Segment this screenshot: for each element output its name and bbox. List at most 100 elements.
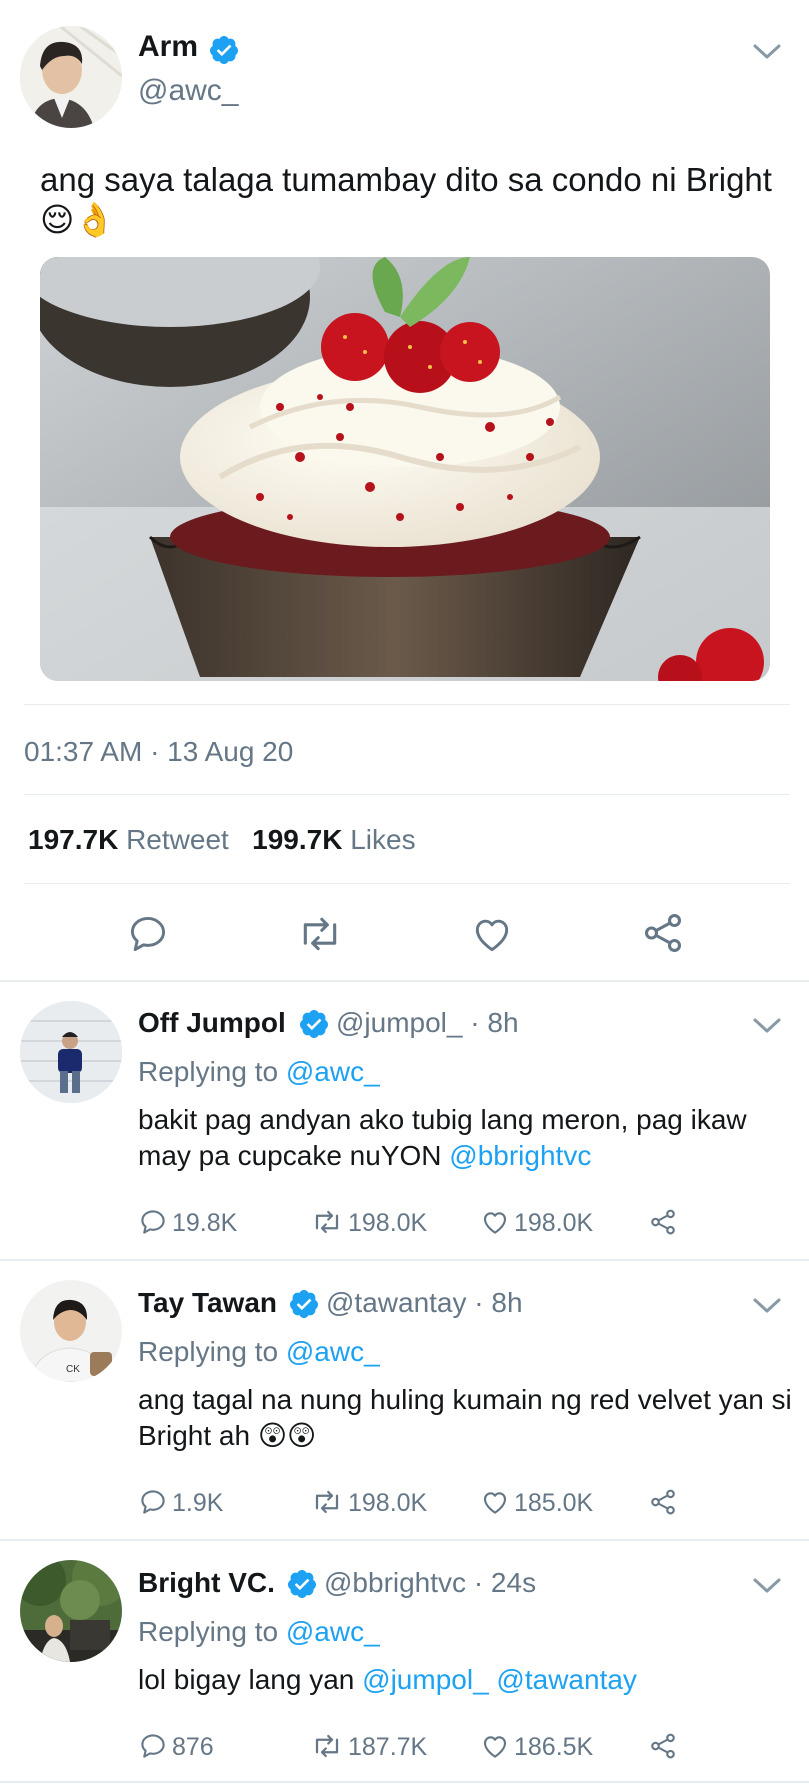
replying-to: Replying to @awc_ bbox=[138, 1616, 380, 1648]
chevron-down-icon[interactable] bbox=[752, 1016, 782, 1036]
reply-actions: 1.9K 198.0K 185.0K bbox=[0, 1487, 809, 1521]
divider bbox=[24, 883, 790, 884]
replying-label: Replying to bbox=[138, 1336, 279, 1367]
verified-badge-icon bbox=[289, 1290, 318, 1318]
verified-badge-icon bbox=[209, 36, 238, 64]
replying-label: Replying to bbox=[138, 1616, 279, 1647]
verified-badge-icon bbox=[299, 1010, 328, 1038]
like-count[interactable]: 185.0K bbox=[480, 1487, 593, 1518]
chevron-down-icon[interactable] bbox=[752, 1296, 782, 1316]
replying-to-handle[interactable]: @awc_ bbox=[286, 1616, 380, 1647]
reply-text: ang tagal na nung huling kumain ng red v… bbox=[138, 1382, 798, 1454]
tweet-text: ang saya talaga tumambay dito sa condo n… bbox=[40, 161, 772, 238]
divider bbox=[0, 980, 809, 982]
reply-handle[interactable]: @bbrightvc bbox=[324, 1567, 466, 1598]
reply-handle[interactable]: @jumpol_ bbox=[336, 1007, 462, 1038]
divider bbox=[24, 704, 790, 705]
avatar-arm[interactable] bbox=[20, 26, 122, 128]
divider bbox=[0, 1539, 809, 1541]
reply-text: bakit pag andyan ako tubig lang meron, p… bbox=[138, 1102, 798, 1174]
reply-count-value: 876 bbox=[172, 1733, 214, 1761]
share-button[interactable] bbox=[648, 1487, 682, 1518]
reply-text-body: lol bigay lang yan bbox=[138, 1664, 355, 1695]
like-count-value: 198.0K bbox=[514, 1209, 594, 1237]
reply-time: · 8h bbox=[474, 1287, 523, 1318]
retweet-count[interactable]: 198.0K bbox=[310, 1207, 427, 1238]
reply-handle[interactable]: @tawantay bbox=[326, 1287, 467, 1318]
replying-to: Replying to @awc_ bbox=[138, 1056, 380, 1088]
mention-link[interactable]: @bbrightvc bbox=[449, 1140, 591, 1171]
reply-count-value: 1.9K bbox=[172, 1489, 224, 1517]
reply-actions: 876 187.7K 186.5K bbox=[0, 1731, 809, 1765]
reply-actions: 19.8K 198.0K 198.0K bbox=[0, 1207, 809, 1241]
like-count-value: 185.0K bbox=[514, 1489, 594, 1517]
retweet-count-value: 198.0K bbox=[348, 1489, 428, 1517]
reply-icon bbox=[141, 1734, 165, 1758]
retweet-count[interactable]: 187.7K bbox=[310, 1731, 427, 1762]
chevron-down-icon[interactable] bbox=[752, 1576, 782, 1596]
reply-author-name[interactable]: Off Jumpol bbox=[138, 1007, 286, 1039]
reply-text-body: ang tagal na nung huling kumain ng red v… bbox=[138, 1384, 792, 1451]
avatar-off-jumpol[interactable] bbox=[20, 1001, 122, 1103]
mention-link[interactable]: @tawantay bbox=[496, 1664, 637, 1695]
share-button[interactable] bbox=[648, 1731, 682, 1762]
retweet-icon[interactable] bbox=[296, 912, 344, 956]
heart-icon bbox=[483, 1212, 507, 1234]
avatar-bright-vc[interactable] bbox=[20, 1560, 122, 1662]
divider bbox=[0, 1781, 809, 1783]
heart-icon bbox=[483, 1492, 507, 1514]
share-icon bbox=[651, 1209, 675, 1235]
replying-to-handle[interactable]: @awc_ bbox=[286, 1056, 380, 1087]
tweet-timestamp: 01:37 AM · 13 Aug 20 bbox=[24, 736, 294, 767]
heart-icon bbox=[483, 1736, 507, 1758]
reply-handle-time: @tawantay · 8h bbox=[326, 1287, 523, 1319]
retweet-icon bbox=[315, 1490, 339, 1514]
tweet-image[interactable] bbox=[40, 257, 770, 681]
reply-author-name[interactable]: Bright VC. bbox=[138, 1567, 275, 1599]
like-count[interactable]: 198.0K bbox=[480, 1207, 593, 1238]
reply-count-value: 19.8K bbox=[172, 1209, 238, 1237]
chevron-down-icon[interactable] bbox=[752, 42, 782, 62]
reply-time: · 8h bbox=[470, 1007, 519, 1038]
share-icon[interactable] bbox=[640, 910, 686, 956]
tweet-stats: 197.7K Retweet 199.7K Likes bbox=[28, 824, 416, 856]
reply-text-body: bakit pag andyan ako tubig lang meron, p… bbox=[138, 1104, 747, 1171]
avatar-tay-tawan[interactable]: CK bbox=[20, 1280, 122, 1382]
retweet-label[interactable]: Retweet bbox=[126, 824, 229, 855]
share-icon bbox=[651, 1489, 675, 1515]
reply-icon bbox=[141, 1210, 165, 1234]
likes-count[interactable]: 199.7K bbox=[252, 824, 342, 855]
share-button[interactable] bbox=[648, 1207, 682, 1238]
reply-author-name[interactable]: Tay Tawan bbox=[138, 1287, 277, 1319]
retweet-icon bbox=[315, 1734, 339, 1758]
reply-count[interactable]: 1.9K bbox=[138, 1487, 223, 1518]
reply-handle-time: @bbrightvc · 24s bbox=[324, 1567, 536, 1599]
like-count[interactable]: 186.5K bbox=[480, 1731, 593, 1762]
divider bbox=[24, 794, 790, 795]
author-name[interactable]: Arm bbox=[138, 30, 198, 64]
reply-time: · 24s bbox=[473, 1567, 537, 1598]
author-handle[interactable]: @awc_ bbox=[138, 74, 239, 108]
replying-to: Replying to @awc_ bbox=[138, 1336, 380, 1368]
likes-label[interactable]: Likes bbox=[350, 824, 415, 855]
reply-text: lol bigay lang yan @jumpol_ @tawantay bbox=[138, 1662, 798, 1698]
share-icon bbox=[651, 1733, 675, 1759]
replying-to-handle[interactable]: @awc_ bbox=[286, 1336, 380, 1367]
svg-text:CK: CK bbox=[66, 1364, 80, 1375]
retweet-count-value: 198.0K bbox=[348, 1209, 428, 1237]
reply-count[interactable]: 876 bbox=[138, 1731, 214, 1762]
retweet-icon bbox=[315, 1210, 339, 1234]
retweet-count-value: 187.7K bbox=[348, 1733, 428, 1761]
verified-badge-icon bbox=[287, 1570, 316, 1598]
retweet-count[interactable]: 197.7K bbox=[28, 824, 118, 855]
replying-label: Replying to bbox=[138, 1056, 279, 1087]
like-count-value: 186.5K bbox=[514, 1733, 594, 1761]
retweet-count[interactable]: 198.0K bbox=[310, 1487, 427, 1518]
reply-icon bbox=[141, 1490, 165, 1514]
reply-handle-time: @jumpol_ · 8h bbox=[336, 1007, 519, 1039]
heart-icon[interactable] bbox=[470, 912, 514, 956]
mention-link[interactable]: @jumpol_ bbox=[362, 1664, 488, 1695]
divider bbox=[0, 1259, 809, 1261]
reply-icon[interactable] bbox=[126, 912, 170, 956]
reply-count[interactable]: 19.8K bbox=[138, 1207, 237, 1238]
